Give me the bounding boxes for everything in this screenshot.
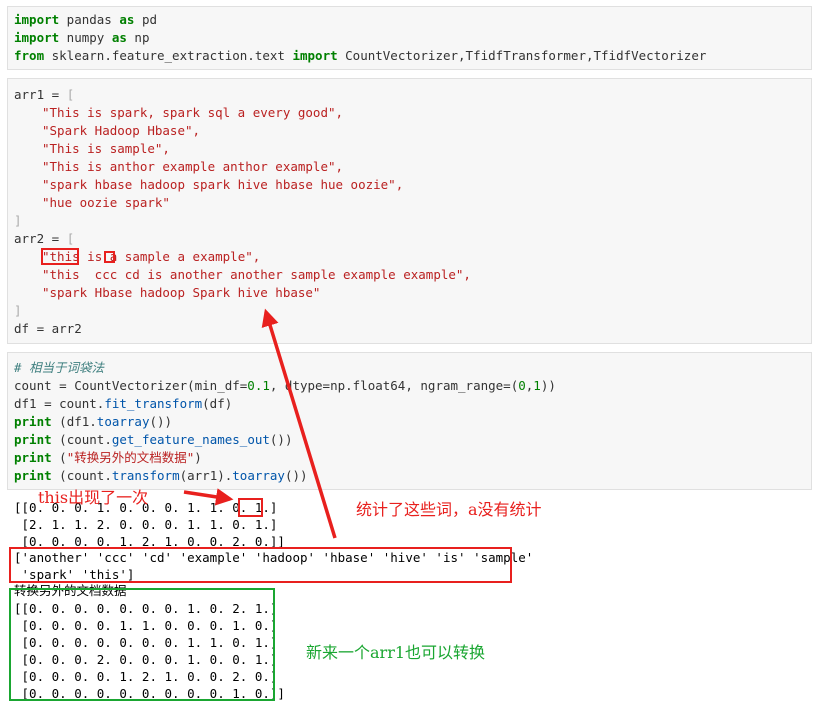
code-text: df1 = count. xyxy=(14,396,105,411)
code-text: sklearn.feature_extraction.text xyxy=(44,48,293,63)
code-line: count = CountVectorizer(min_df=0.1, dtyp… xyxy=(14,377,556,395)
code-text: numpy xyxy=(59,30,112,45)
highlight-box-transform xyxy=(9,588,275,701)
string-literal: "hue oozie spark" xyxy=(42,195,170,210)
code-line: from sklearn.feature_extraction.text imp… xyxy=(14,47,706,65)
string-part: sample a example", xyxy=(117,249,261,264)
number: 0 xyxy=(518,378,526,393)
function-name: transform xyxy=(111,468,180,483)
code-text: (arr1). xyxy=(179,468,233,483)
string-literal: "This is anthor example anthor example", xyxy=(42,159,344,174)
code-line: import pandas as pd xyxy=(14,11,157,29)
code-text: count = CountVectorizer(min_df= xyxy=(14,378,248,393)
number: 0.1 xyxy=(247,378,270,393)
annotation-counted-words: 统计了这些词，a没有统计 xyxy=(356,500,542,519)
string-literal: "This is spark, spark sql a every good", xyxy=(42,105,344,120)
code-cell-arrays[interactable]: arr1 = [ "This is spark, spark sql a eve… xyxy=(7,78,812,344)
code-comment: # 相当于词袋法 xyxy=(14,360,105,375)
code-text: ()) xyxy=(149,414,173,429)
string-literal: "转换另外的文档数据" xyxy=(66,450,195,465)
code-text: ( xyxy=(51,450,67,465)
function-name: fit_transform xyxy=(104,396,203,411)
code-text: arr2 = xyxy=(14,231,67,246)
string-literal: "Spark Hadoop Hbase", xyxy=(42,123,201,138)
code-line: print (count.transform(arr1).toarray()) xyxy=(14,467,308,485)
code-line: print (df1.toarray()) xyxy=(14,413,172,431)
bracket: ] xyxy=(14,213,22,228)
code-text: ()) xyxy=(269,432,293,447)
highlight-box-a xyxy=(104,251,115,263)
code-text: ) xyxy=(194,450,202,465)
keyword: import xyxy=(14,12,60,27)
keyword: from xyxy=(14,48,45,63)
builtin: print xyxy=(14,468,52,483)
code-text: pandas xyxy=(59,12,120,27)
code-text: ()) xyxy=(284,468,308,483)
function-name: toarray xyxy=(96,414,150,429)
code-cell-vectorizer[interactable]: # 相当于词袋法 count = CountVectorizer(min_df=… xyxy=(7,352,812,490)
keyword: import xyxy=(292,48,338,63)
code-text: pd xyxy=(134,12,158,27)
code-line: df = arr2 xyxy=(14,321,82,336)
function-name: get_feature_names_out xyxy=(111,432,270,447)
string-literal: "This is sample", xyxy=(42,141,170,156)
code-text: (df1. xyxy=(51,414,97,429)
arrow-to-count xyxy=(183,488,234,506)
code-line: df1 = count.fit_transform(df) xyxy=(14,395,232,413)
output-line: [2. 1. 1. 2. 0. 0. 0. 1. 1. 0. 1.] xyxy=(14,517,278,532)
bracket: [ xyxy=(66,87,75,102)
code-text: (df) xyxy=(202,396,233,411)
code-text: )) xyxy=(540,378,556,393)
code-cell-imports[interactable]: import pandas as pd import numpy as np f… xyxy=(7,6,812,70)
builtin: print xyxy=(14,414,52,429)
code-text: (count. xyxy=(51,432,112,447)
code-line: print (count.get_feature_names_out()) xyxy=(14,431,292,449)
keyword: as xyxy=(119,12,135,27)
keyword: import xyxy=(14,30,60,45)
builtin: print xyxy=(14,432,52,447)
code-text: arr1 = xyxy=(14,87,67,102)
highlight-box-this xyxy=(41,248,79,265)
number: 1 xyxy=(533,378,541,393)
highlight-box-features xyxy=(9,547,512,583)
builtin: print xyxy=(14,450,52,465)
string-literal: "spark Hbase hadoop Spark hive hbase" xyxy=(42,285,321,300)
code-text: np xyxy=(126,30,150,45)
annotation-this-once: this出现了一次 xyxy=(38,488,149,507)
string-literal: "this ccc cd is another another sample e… xyxy=(42,267,471,282)
code-line: arr1 = [ xyxy=(14,86,74,104)
code-text: (count. xyxy=(51,468,112,483)
function-name: toarray xyxy=(232,468,285,483)
bracket: ] xyxy=(14,303,22,318)
code-line: arr2 = [ xyxy=(14,230,74,248)
bracket: [ xyxy=(66,231,75,246)
code-text: CountVectorizer,TfidfTransformer,TfidfVe… xyxy=(337,48,707,63)
keyword: as xyxy=(111,30,127,45)
string-literal: "spark hbase hadoop spark hive hbase hue… xyxy=(42,177,404,192)
highlight-box-count xyxy=(238,498,263,517)
code-line: import numpy as np xyxy=(14,29,149,47)
code-line: print ("转换另外的文档数据") xyxy=(14,449,202,467)
code-text: , dtype=np.float64, ngram_range=( xyxy=(269,378,519,393)
annotation-new-arr1: 新来一个arr1也可以转换 xyxy=(306,643,486,662)
